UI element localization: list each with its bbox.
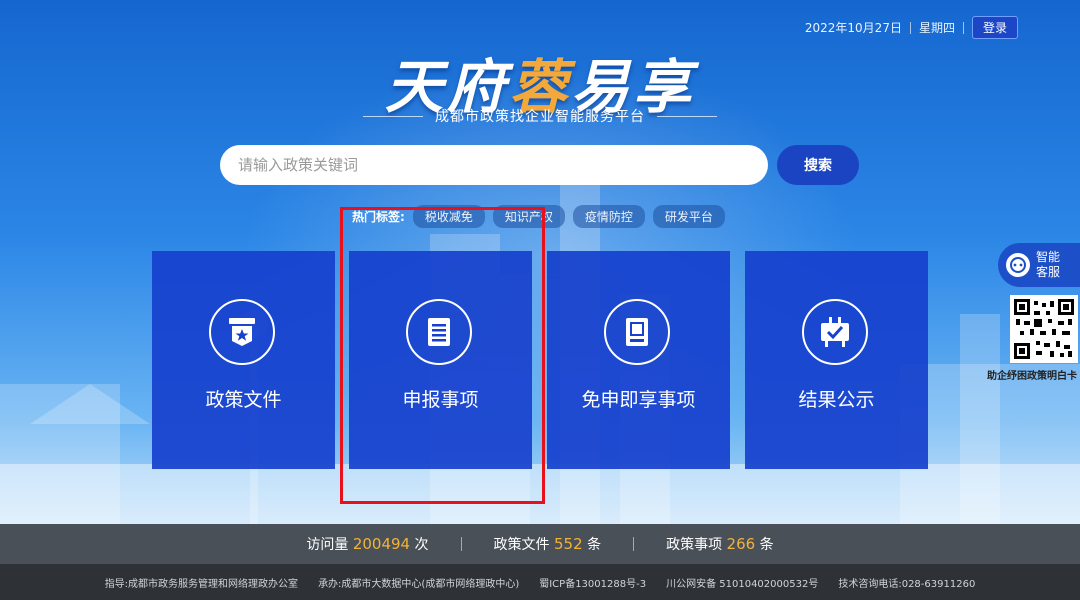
stat-visits: 访问量 200494 次	[274, 534, 460, 554]
top-bar: 2022年10月27日 星期四 登录	[805, 16, 1018, 39]
stat-unit: 次	[414, 537, 429, 553]
card-application-items[interactable]: 申报事项	[349, 251, 532, 469]
stat-unit: 条	[587, 537, 602, 553]
search-input[interactable]	[220, 145, 768, 185]
site-subtitle: 成都市政策找企业智能服务平台	[0, 106, 1080, 126]
search-button[interactable]: 搜索	[777, 145, 859, 185]
hot-tag[interactable]: 研发平台	[652, 205, 725, 228]
subtitle-line-left	[363, 115, 423, 117]
stat-policy-files: 政策文件 552 条	[462, 534, 634, 554]
card-results-notice[interactable]: 结果公示	[745, 251, 928, 469]
chat-bot-icon	[1006, 253, 1030, 277]
stat-value: 200494	[352, 535, 411, 553]
document-list-icon	[428, 318, 450, 346]
divider	[909, 21, 911, 34]
card-exempt-items[interactable]: 免申即享事项	[547, 251, 730, 469]
footer-guide: 指导:成都市政务服务管理和网络理政办公室	[104, 578, 299, 590]
smart-service-button[interactable]: 智能客服	[998, 243, 1080, 287]
card-icon-circle	[802, 299, 868, 365]
hot-tag[interactable]: 疫情防控	[572, 205, 645, 228]
card-icon-circle	[406, 299, 472, 365]
card-label: 政策文件	[205, 389, 282, 411]
qr-caption: 助企纾困政策明白卡	[987, 371, 1077, 382]
policy-badge-icon	[229, 318, 255, 346]
login-button[interactable]: 登录	[971, 16, 1018, 39]
subtitle-text: 成都市政策找企业智能服务平台	[435, 109, 645, 125]
divider	[962, 21, 964, 34]
site-footer: 指导:成都市政务服务管理和网络理政办公室 承办:成都市大数据中心(成都市网络理政…	[0, 564, 1080, 600]
stat-label: 政策文件	[493, 537, 550, 553]
card-label: 结果公示	[798, 389, 875, 411]
hot-tag[interactable]: 知识产权	[492, 205, 565, 228]
hot-tags-label: 热门标签:	[352, 210, 405, 224]
footer-undertake: 承办:成都市大数据中心(成都市网络理政中心)	[318, 578, 520, 590]
side-panel: 智能客服 助企纾困政策明白卡	[987, 243, 1080, 382]
current-date: 2022年10月27日	[804, 21, 902, 35]
card-label: 免申即享事项	[581, 389, 696, 411]
stat-policy-items: 政策事项 266 条	[634, 534, 806, 554]
hot-tag[interactable]: 税收减免	[412, 205, 485, 228]
notice-board-icon	[821, 317, 849, 347]
subtitle-line-right	[657, 115, 717, 117]
smart-service-label: 智能客服	[1036, 250, 1061, 279]
card-label: 申报事项	[402, 389, 479, 411]
footer-icp-link[interactable]: 蜀ICP备13001288号-3	[539, 575, 646, 590]
current-weekday: 星期四	[918, 21, 955, 35]
inbox-tray-icon	[626, 318, 648, 346]
stat-unit: 条	[759, 537, 774, 553]
footer-phone: 技术咨询电话:028-63911260	[838, 578, 976, 590]
stats-bar: 访问量 200494 次 政策文件 552 条 政策事项 266 条	[0, 524, 1080, 564]
stat-label: 政策事项	[666, 537, 723, 553]
footer-police-link[interactable]: 川公网安备 51010402000532号	[666, 575, 818, 590]
card-icon-circle	[604, 299, 670, 365]
hot-tags: 热门标签: 税收减免 知识产权 疫情防控 研发平台	[352, 205, 725, 228]
stat-label: 访问量	[306, 537, 349, 553]
stat-value: 552	[553, 535, 583, 553]
card-icon-circle	[209, 299, 275, 365]
card-policy-files[interactable]: 政策文件	[152, 251, 335, 469]
qr-code	[1010, 295, 1078, 363]
stat-value: 266	[726, 535, 756, 553]
